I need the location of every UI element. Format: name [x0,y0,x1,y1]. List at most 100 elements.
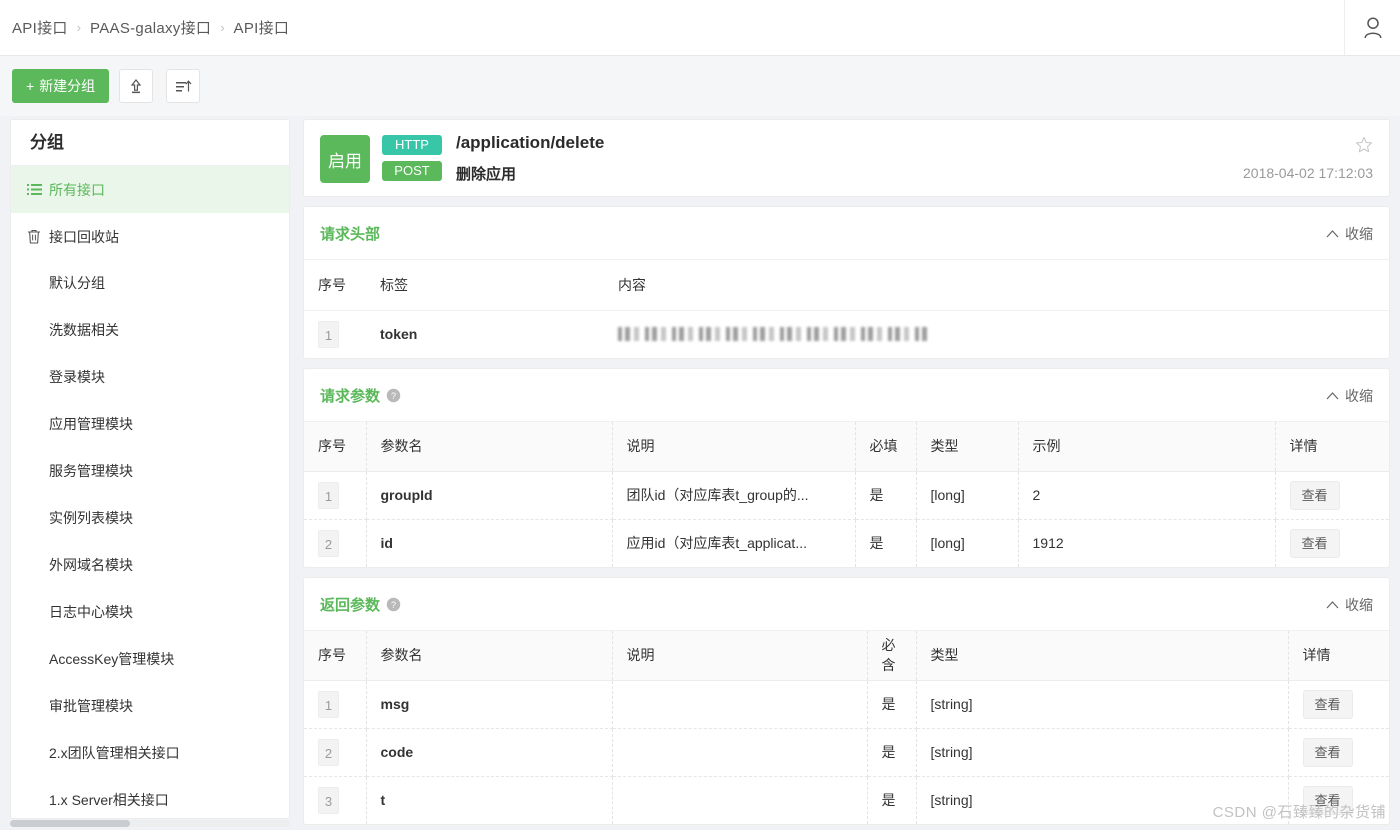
request-params-collapse-toggle[interactable]: 收缩 [1326,386,1373,406]
header-row-value [604,310,1389,358]
sidebar-group-6[interactable]: 外网域名模块 [11,542,289,589]
sidebar-group-3[interactable]: 应用管理模块 [11,401,289,448]
col-header-content: 内容 [604,260,1389,310]
resp-row-type: [string] [916,728,1288,776]
sidebar-group-1[interactable]: 洗数据相关 [11,307,289,354]
view-detail-button[interactable]: 查看 [1290,481,1340,510]
col-header-detail: 详情 [1288,631,1389,680]
resp-row-name: code [366,728,612,776]
breadcrumb-item-3[interactable]: API接口 [234,17,290,38]
table-row: 1 token [304,310,1389,358]
trash-icon [27,229,41,244]
index-badge: 3 [318,787,339,814]
response-params-table: 序号 参数名 说明 必含 类型 详情 1 msg 是 [string] [304,631,1389,824]
col-header-desc: 说明 [612,631,867,680]
request-header-collapse-toggle[interactable]: 收缩 [1326,224,1373,244]
sidebar-group-11[interactable]: 1.x Server相关接口 [11,777,289,819]
new-group-button[interactable]: +新建分组 [12,69,109,103]
view-detail-button[interactable]: 查看 [1303,738,1353,767]
col-header-param-name: 参数名 [366,631,612,680]
sidebar-group-2[interactable]: 登录模块 [11,354,289,401]
user-menu-button[interactable] [1344,0,1400,55]
resp-row-index: 3 [304,776,366,824]
resp-row-type: [string] [916,680,1288,728]
import-button[interactable] [119,69,153,103]
breadcrumb-item-2[interactable]: PAAS-galaxy接口 [90,17,211,38]
param-row-name: id [366,519,612,567]
protocol-badge: HTTP [382,135,442,155]
table-row: 2 code 是 [string] 查看 [304,728,1389,776]
response-params-collapse-label: 收缩 [1345,595,1373,615]
resp-row-desc [612,728,867,776]
sidebar-group-5[interactable]: 实例列表模块 [11,495,289,542]
param-row-action: 查看 [1275,519,1389,567]
sidebar-group-0[interactable]: 默认分组 [11,260,289,307]
sort-button[interactable] [166,69,200,103]
param-row-example: 1912 [1018,519,1275,567]
api-description: 删除应用 [456,163,516,184]
param-row-type: [long] [916,471,1018,519]
index-badge: 1 [318,691,339,718]
sidebar-group-8[interactable]: AccessKey管理模块 [11,636,289,683]
table-row: 2 id 应用id（对应库表t_applicat... 是 [long] 191… [304,519,1389,567]
question-icon[interactable]: ? [386,597,401,612]
plus-icon: + [26,78,34,94]
sidebar-scrollbar[interactable] [10,820,290,827]
param-row-type: [long] [916,519,1018,567]
param-row-name: groupId [366,471,612,519]
api-summary-card: 启用 HTTP POST /application/delete 删除应用 20… [303,119,1390,197]
response-params-title: 返回参数 [320,594,380,615]
star-icon[interactable] [1355,136,1373,154]
resp-row-required: 是 [867,776,916,824]
response-params-card: 返回参数 ? 收缩 序号 [303,577,1390,825]
param-row-desc: 应用id（对应库表t_applicat... [612,519,855,567]
group-sidebar: 分组 所有接口 接口回收站 默认分组 洗数据相关 登录模块 应用管理模块 服务管… [10,119,290,819]
upload-icon [128,78,144,95]
view-detail-button[interactable]: 查看 [1303,786,1353,815]
question-icon[interactable]: ? [386,388,401,403]
resp-row-action: 查看 [1288,680,1389,728]
param-row-example: 2 [1018,471,1275,519]
view-detail-button[interactable]: 查看 [1303,690,1353,719]
request-params-section-head: 请求参数 ? 收缩 [304,369,1389,422]
request-header-table: 序号 标签 内容 1 token [304,260,1389,358]
response-params-collapse-toggle[interactable]: 收缩 [1326,595,1373,615]
table-header-row: 序号 参数名 说明 必填 类型 示例 详情 [304,422,1389,471]
top-bar: API接口 › PAAS-galaxy接口 › API接口 [0,0,1400,56]
sidebar-scrollbar-thumb[interactable] [10,820,130,827]
sidebar-item-recycle-bin[interactable]: 接口回收站 [11,213,289,260]
col-header-label: 标签 [366,260,604,310]
breadcrumb: API接口 › PAAS-galaxy接口 › API接口 [0,17,289,38]
sidebar-group-10[interactable]: 2.x团队管理相关接口 [11,730,289,777]
request-header-title: 请求头部 [320,223,380,244]
api-path: /application/delete [456,133,604,153]
svg-text:?: ? [391,390,396,400]
col-header-index: 序号 [304,422,366,471]
param-row-index: 2 [304,519,366,567]
breadcrumb-separator-2: › [220,20,224,35]
response-params-section-head: 返回参数 ? 收缩 [304,578,1389,631]
table-row: 1 msg 是 [string] 查看 [304,680,1389,728]
param-row-index: 1 [304,471,366,519]
resp-row-required: 是 [867,728,916,776]
index-badge: 1 [318,321,339,348]
table-header-row: 序号 标签 内容 [304,260,1389,310]
resp-row-index: 2 [304,728,366,776]
request-header-section-head: 请求头部 收缩 [304,207,1389,260]
sidebar-group-7[interactable]: 日志中心模块 [11,589,289,636]
masked-token-value [618,327,930,341]
col-header-desc: 说明 [612,422,855,471]
chevron-up-icon [1326,601,1339,609]
col-header-required: 必含 [867,631,916,680]
method-badges: HTTP POST [382,135,442,181]
table-header-row: 序号 参数名 说明 必含 类型 详情 [304,631,1389,680]
sidebar-group-4[interactable]: 服务管理模块 [11,448,289,495]
breadcrumb-item-1[interactable]: API接口 [12,17,68,38]
resp-row-desc [612,680,867,728]
list-icon [27,183,42,196]
param-row-action: 查看 [1275,471,1389,519]
sidebar-group-9[interactable]: 审批管理模块 [11,683,289,730]
view-detail-button[interactable]: 查看 [1290,529,1340,558]
sidebar-item-all-interfaces[interactable]: 所有接口 [11,166,289,213]
col-header-index: 序号 [304,631,366,680]
